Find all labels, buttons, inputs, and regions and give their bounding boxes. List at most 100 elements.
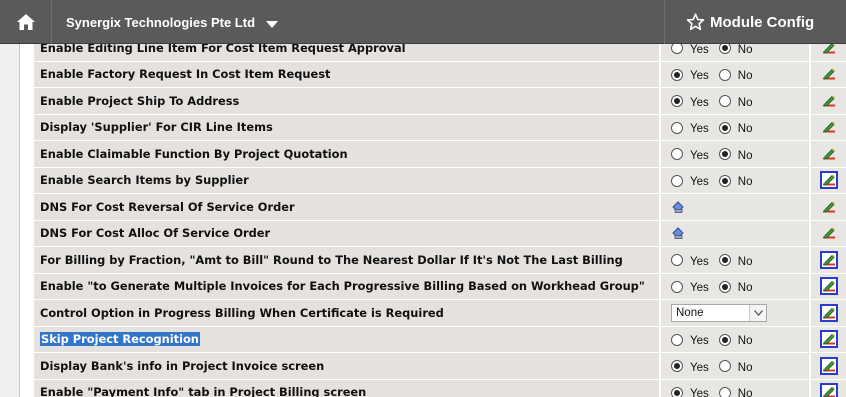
setting-value-cell: Yes No bbox=[661, 44, 809, 61]
pencil-icon bbox=[822, 332, 836, 346]
edit-button[interactable] bbox=[820, 145, 838, 163]
radio-no[interactable] bbox=[718, 68, 731, 81]
table-row: Display 'Supplier' For CIR Line Items Yes… bbox=[34, 114, 846, 141]
radio-no-label: No bbox=[737, 123, 753, 136]
edit-button[interactable] bbox=[819, 356, 838, 375]
edit-button[interactable] bbox=[819, 383, 838, 397]
left-gutter bbox=[0, 44, 20, 397]
radio-yes[interactable] bbox=[671, 68, 683, 81]
setting-value-cell: Yes No bbox=[661, 353, 809, 379]
radio-no[interactable] bbox=[718, 360, 731, 373]
option-dropdown[interactable]: None bbox=[671, 303, 767, 322]
radio-no[interactable] bbox=[718, 44, 731, 55]
table-row: DNS For Cost Alloc Of Service Order bbox=[34, 220, 846, 247]
radio-no[interactable] bbox=[718, 333, 731, 346]
setting-label-cell: Skip Project Recognition bbox=[34, 326, 659, 352]
pencil-icon bbox=[822, 359, 836, 373]
setting-value-cell bbox=[661, 220, 809, 246]
setting-value-cell: Yes No bbox=[661, 88, 809, 114]
radio-yes[interactable] bbox=[671, 280, 683, 293]
radio-yes[interactable] bbox=[671, 254, 683, 267]
setting-value-cell: Yes No bbox=[661, 167, 809, 193]
radio-no[interactable] bbox=[718, 148, 731, 161]
edit-button[interactable] bbox=[820, 44, 838, 57]
radio-yes[interactable] bbox=[671, 386, 683, 397]
edit-cell bbox=[811, 141, 846, 167]
radio-no-label: No bbox=[737, 255, 753, 268]
chevron-down-icon[interactable] bbox=[749, 304, 766, 321]
radio-no[interactable] bbox=[718, 121, 731, 134]
edit-cell bbox=[811, 114, 846, 140]
radio-no-label: No bbox=[737, 44, 753, 56]
setting-label-cell: Enable Editing Line Item For Cost Item R… bbox=[34, 44, 659, 61]
edit-button[interactable] bbox=[819, 330, 838, 349]
setting-value-cell: Yes No bbox=[661, 247, 809, 273]
setting-label: Enable Claimable Function By Project Quo… bbox=[40, 146, 348, 161]
setting-label-cell: For Billing by Fraction, "Amt to Bill" R… bbox=[34, 247, 659, 273]
radio-yes[interactable] bbox=[671, 174, 683, 187]
radio-yes[interactable] bbox=[671, 95, 683, 108]
edit-button[interactable] bbox=[819, 250, 838, 269]
company-name: Synergix Technologies Pte Ltd bbox=[66, 14, 256, 30]
home-button[interactable] bbox=[0, 0, 52, 44]
radio-no[interactable] bbox=[718, 280, 731, 293]
pencil-icon bbox=[822, 306, 836, 320]
lookup-icon[interactable] bbox=[671, 200, 685, 214]
setting-label-cell: Enable Claimable Function By Project Quo… bbox=[34, 141, 659, 167]
module-config-button[interactable]: Module Config bbox=[664, 0, 846, 44]
table-row: Enable Claimable Function By Project Quo… bbox=[34, 141, 846, 168]
radio-yes[interactable] bbox=[671, 148, 683, 161]
edit-button[interactable] bbox=[820, 65, 838, 83]
setting-value-cell: Yes No bbox=[661, 326, 809, 352]
edit-button[interactable] bbox=[819, 303, 838, 322]
radio-no-label: No bbox=[737, 70, 753, 83]
radio-yes-label: Yes bbox=[690, 335, 709, 348]
top-navigation-bar: Synergix Technologies Pte Ltd Module Con… bbox=[0, 0, 846, 44]
lookup-icon[interactable] bbox=[671, 226, 685, 240]
radio-yes[interactable] bbox=[671, 333, 683, 346]
pencil-icon bbox=[822, 120, 836, 134]
pencil-icon bbox=[822, 279, 836, 293]
table-row: Enable "Payment Info" tab in Project Bil… bbox=[34, 379, 846, 397]
edit-button[interactable] bbox=[819, 277, 838, 296]
radio-yes-label: Yes bbox=[690, 70, 709, 83]
edit-button[interactable] bbox=[819, 171, 838, 190]
setting-label-cell: DNS For Cost Reversal Of Service Order bbox=[34, 194, 659, 220]
edit-cell bbox=[811, 220, 846, 246]
setting-value-cell: Yes No bbox=[661, 61, 809, 87]
setting-label: Control Option in Progress Billing When … bbox=[40, 305, 444, 320]
radio-no-label: No bbox=[737, 96, 753, 109]
setting-value-cell: None bbox=[661, 300, 809, 326]
setting-value-cell: Yes No bbox=[661, 273, 809, 299]
radio-yes-label: Yes bbox=[690, 255, 709, 268]
edit-cell bbox=[811, 353, 846, 379]
radio-no[interactable] bbox=[718, 174, 731, 187]
settings-content[interactable]: Enable Editing Line Item For Cost Item R… bbox=[0, 44, 846, 397]
radio-no[interactable] bbox=[718, 95, 731, 108]
table-row: Skip Project Recognition Yes No bbox=[34, 326, 846, 353]
radio-yes-label: Yes bbox=[690, 96, 709, 109]
radio-yes[interactable] bbox=[671, 360, 683, 373]
radio-no-label: No bbox=[737, 149, 753, 162]
setting-label: DNS For Cost Alloc Of Service Order bbox=[40, 226, 271, 241]
radio-yes-label: Yes bbox=[690, 388, 709, 397]
edit-button[interactable] bbox=[820, 198, 838, 216]
radio-no[interactable] bbox=[718, 386, 731, 397]
dropdown-value: None bbox=[676, 306, 704, 319]
edit-cell bbox=[811, 247, 846, 273]
edit-cell bbox=[811, 273, 846, 299]
edit-button[interactable] bbox=[820, 224, 838, 242]
star-outline-icon bbox=[686, 13, 705, 31]
edit-cell bbox=[811, 167, 846, 193]
setting-label: DNS For Cost Reversal Of Service Order bbox=[40, 199, 295, 214]
edit-cell bbox=[811, 300, 846, 326]
edit-cell bbox=[811, 379, 846, 397]
radio-no[interactable] bbox=[718, 254, 731, 267]
radio-yes[interactable] bbox=[671, 44, 683, 55]
setting-label: Display Bank's info in Project Invoice s… bbox=[40, 358, 325, 373]
edit-button[interactable] bbox=[820, 92, 838, 110]
table-row: Enable Factory Request In Cost Item Requ… bbox=[34, 61, 846, 88]
edit-button[interactable] bbox=[820, 118, 838, 136]
radio-yes[interactable] bbox=[671, 121, 683, 134]
company-selector[interactable]: Synergix Technologies Pte Ltd bbox=[66, 0, 279, 44]
